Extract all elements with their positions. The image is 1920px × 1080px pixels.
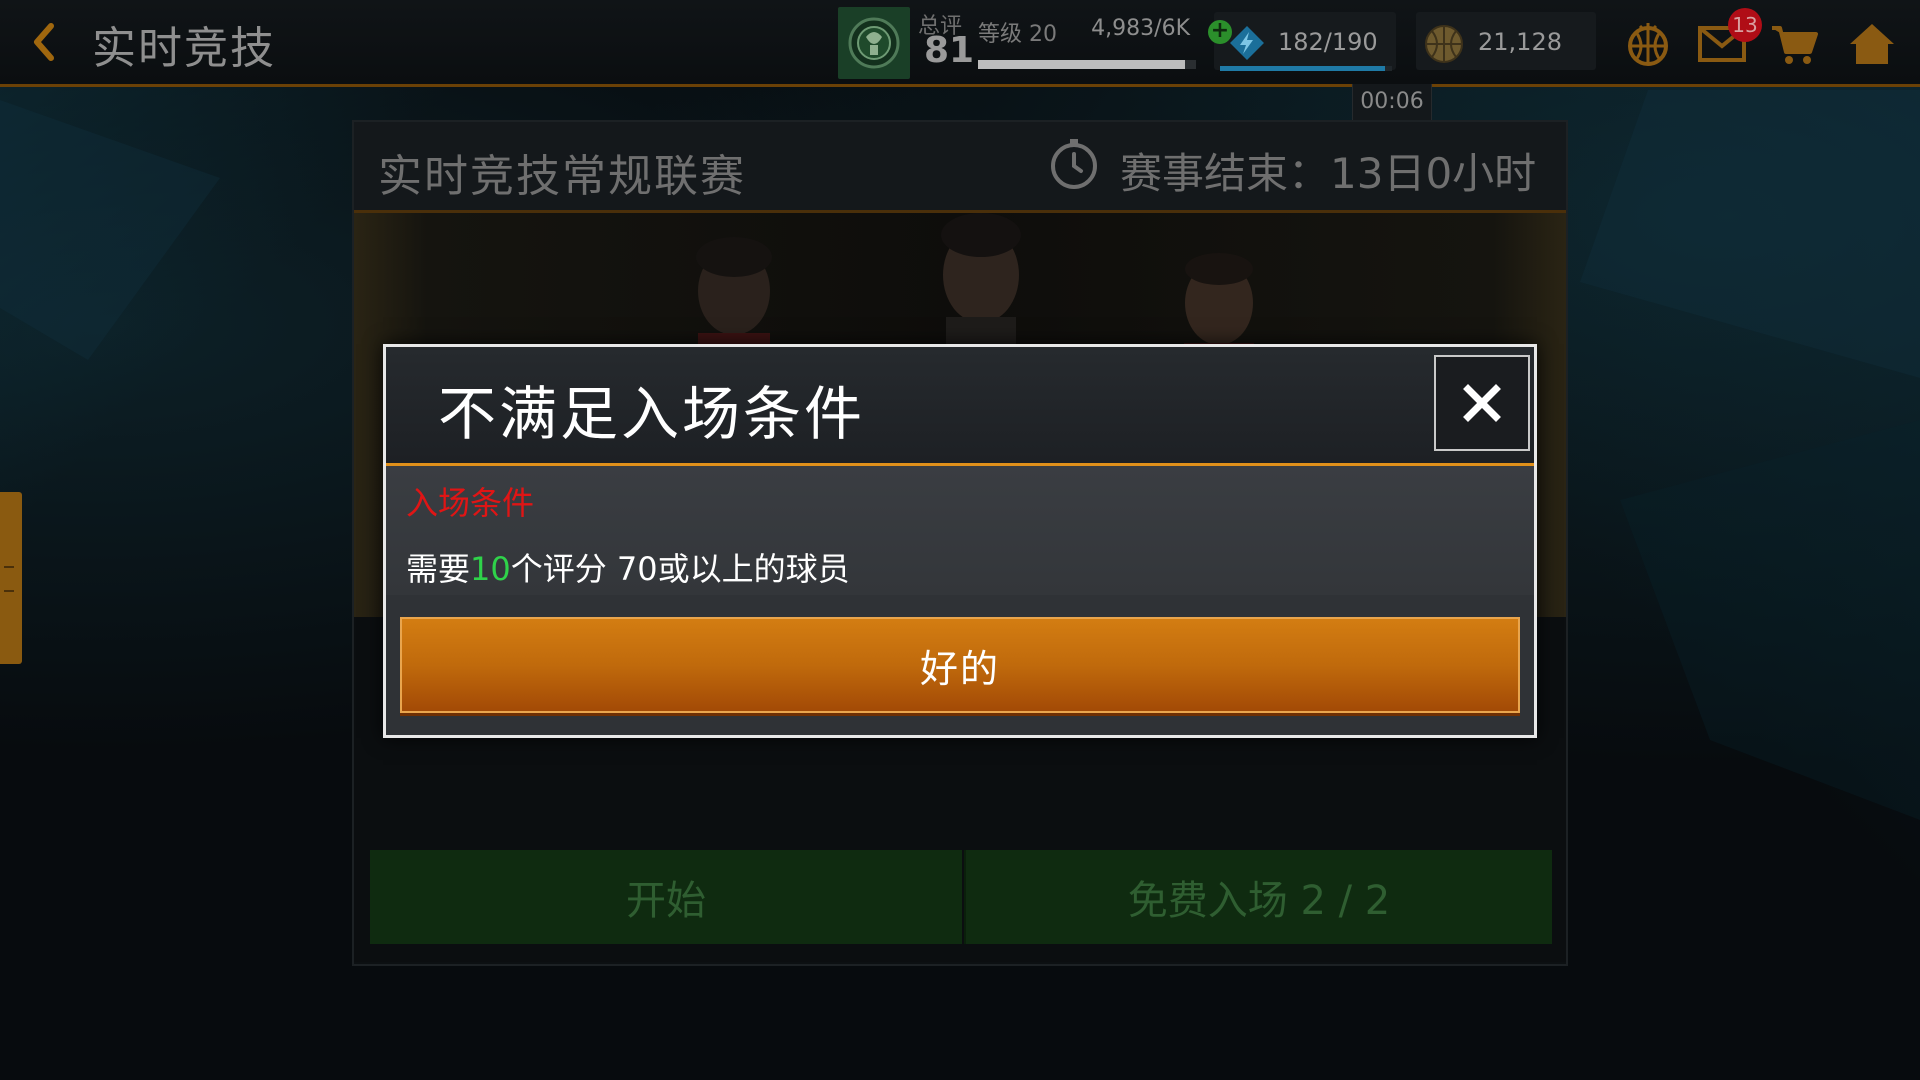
entry-requirement-dialog: 不满足入场条件 入场条件 需要10个评分 70或以上的球员 好的 — [383, 344, 1537, 738]
close-button[interactable] — [1434, 355, 1530, 451]
dialog-footer: 好的 — [386, 595, 1534, 735]
requirement-suffix: 个评分 70或以上的球员 — [510, 550, 850, 588]
requirement-count: 10 — [470, 550, 511, 588]
requirement-prefix: 需要 — [406, 550, 471, 588]
dialog-header: 不满足入场条件 — [386, 347, 1534, 466]
dialog-title: 不满足入场条件 — [438, 380, 866, 448]
ok-button[interactable]: 好的 — [400, 617, 1520, 713]
close-icon — [1463, 384, 1501, 422]
requirement-text: 需要10个评分 70或以上的球员 — [406, 544, 850, 590]
requirement-heading: 入场条件 — [406, 484, 535, 522]
dialog-content: 入场条件 需要10个评分 70或以上的球员 — [386, 466, 1534, 595]
dialog-body: 不满足入场条件 入场条件 需要10个评分 70或以上的球员 好的 — [386, 347, 1534, 735]
